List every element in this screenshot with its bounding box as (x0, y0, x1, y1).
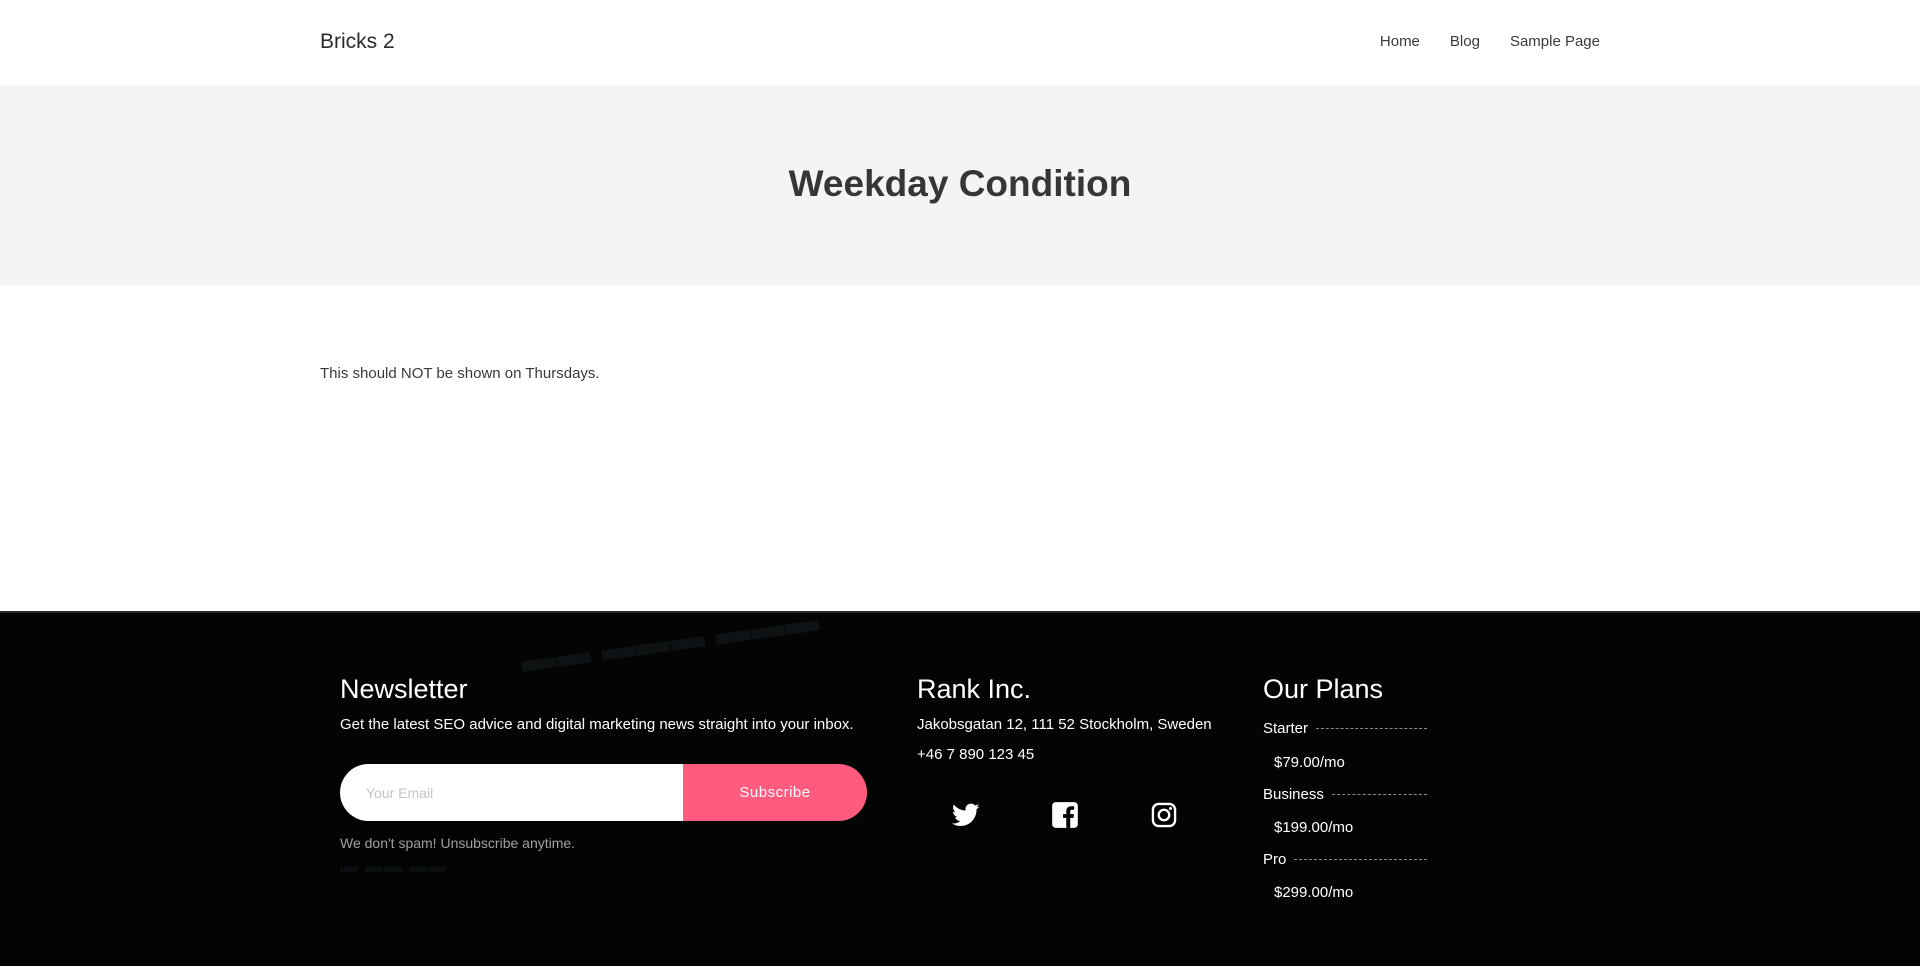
nav-link-sample-page[interactable]: Sample Page (1510, 33, 1600, 50)
footer-background-decoration-lower: ▬ ▬▬ ▬▬ (340, 856, 448, 876)
newsletter-email-input[interactable] (340, 764, 683, 821)
plan-price: $299.00/mo (1274, 884, 1354, 901)
facebook-icon[interactable] (1051, 801, 1079, 829)
plan-name: Starter (1263, 720, 1309, 737)
page-content-text: This should NOT be shown on Thursdays. (320, 365, 600, 382)
footer-background-decoration: ▬▬ ▬▬▬ ▬▬▬ (518, 611, 823, 680)
company-heading: Rank Inc. (917, 674, 1032, 704)
plan-name: Pro (1263, 851, 1287, 868)
nav-link-home[interactable]: Home (1380, 33, 1420, 50)
site-header: Bricks 2 Home Blog Sample Page (0, 0, 1920, 85)
plan-dotted-separator (1316, 728, 1427, 729)
plan-dotted-separator (1331, 794, 1427, 795)
newsletter-heading: Newsletter (340, 674, 468, 704)
instagram-icon[interactable] (1150, 801, 1178, 829)
page-hero: Weekday Condition (0, 85, 1920, 286)
main-navigation: Home Blog Sample Page (1380, 33, 1600, 50)
plan-name: Business (1263, 786, 1324, 803)
plan-dotted-separator (1294, 859, 1427, 860)
plan-price: $199.00/mo (1274, 819, 1354, 836)
twitter-icon[interactable] (952, 801, 980, 829)
plan-item: Business (1263, 786, 1427, 803)
page-title: Weekday Condition (788, 163, 1132, 204)
site-logo-text[interactable]: Bricks 2 (320, 30, 395, 54)
plan-item: Pro (1263, 851, 1427, 868)
company-address: Jakobsgatan 12, 111 52 Stockholm, Sweden (917, 716, 1212, 733)
site-footer: ▬▬ ▬▬▬ ▬▬▬ ▬ ▬▬ ▬▬ Newsletter Get the la… (0, 611, 1920, 966)
plan-price: $79.00/mo (1274, 754, 1345, 771)
newsletter-description: Get the latest SEO advice and digital ma… (340, 716, 854, 733)
newsletter-note: We don't spam! Unsubscribe anytime. (340, 835, 576, 851)
footer-top-divider (0, 611, 1920, 613)
company-phone: +46 7 890 123 45 (917, 746, 1035, 763)
nav-link-blog[interactable]: Blog (1450, 33, 1480, 50)
subscribe-button[interactable]: Subscribe (683, 764, 867, 821)
plan-item: Starter (1263, 720, 1427, 737)
plans-heading: Our Plans (1263, 674, 1384, 704)
